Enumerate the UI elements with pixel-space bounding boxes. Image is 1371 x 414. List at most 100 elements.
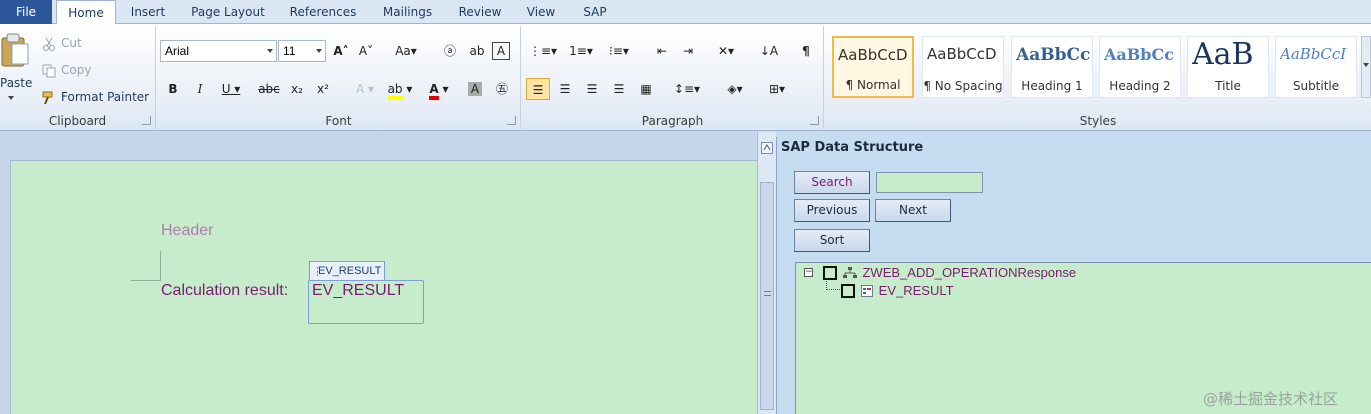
ev-result-value: EV_RESULT [312, 282, 405, 299]
clipboard-group: Paste Cut Copy Format Painter Clipboard [0, 26, 156, 129]
tree-node-ev-result[interactable]: EV_RESULT [841, 283, 954, 301]
italic-button[interactable]: I [188, 78, 212, 100]
superscript-button[interactable]: x² [311, 78, 335, 100]
tab-insert[interactable]: Insert [122, 0, 174, 24]
clipboard-dialog-launcher[interactable] [142, 116, 151, 125]
grow-font-icon: A˄ [333, 44, 349, 58]
phonetic-guide-button[interactable]: ab [465, 40, 489, 62]
subscript-button[interactable]: x₂ [285, 78, 309, 100]
cut-button[interactable]: Cut [42, 36, 82, 51]
distributed-button[interactable]: ▦ [634, 78, 658, 100]
tab-review[interactable]: Review [452, 0, 508, 24]
underline-button[interactable]: U ▾ [215, 78, 247, 100]
tree-node-root[interactable]: − ZWEB_ADD_OPERATIONResponse [804, 265, 1076, 283]
clipboard-group-label: Clipboard [48, 114, 107, 128]
style-title[interactable]: AaB Title [1187, 36, 1269, 98]
style-sample: AaBbCcD [838, 46, 908, 64]
document-vertical-scrollbar[interactable] [757, 132, 776, 414]
clear-formatting-button[interactable]: ⓐ [438, 40, 462, 62]
font-size-value: 11 [283, 44, 296, 58]
font-group-label: Font [325, 114, 352, 128]
text-effects-button[interactable]: A ▾ [349, 78, 381, 100]
sort-button[interactable]: ↓A [757, 40, 781, 62]
highlight-button[interactable]: ab ▾ [383, 78, 417, 100]
ribbon: Paste Cut Copy Format Painter Clipboard … [0, 24, 1371, 131]
distributed-icon: ▦ [640, 82, 652, 96]
tree-node-ev-result-label: EV_RESULT [878, 283, 954, 298]
tab-references[interactable]: References [283, 0, 363, 24]
decrease-indent-button[interactable]: ⇤ [650, 40, 674, 62]
enclose-characters-button[interactable]: ㊄ [490, 78, 514, 100]
document-header[interactable]: Header [161, 222, 213, 240]
collapse-icon[interactable]: − [804, 268, 813, 277]
strikethrough-button[interactable]: abc [255, 78, 283, 100]
tab-file[interactable]: File [0, 0, 52, 24]
superscript-icon: x² [317, 82, 329, 96]
font-color-button[interactable]: A ▾ [423, 78, 455, 100]
multilevel-list-button[interactable]: ⁝≡▾ [602, 40, 636, 62]
font-family-value: Arial [165, 44, 190, 58]
change-case-button[interactable]: Aa▾ [390, 40, 422, 62]
search-input[interactable] [876, 172, 983, 193]
align-left-button[interactable]: ☰ [526, 78, 550, 100]
bold-button[interactable]: B [161, 78, 185, 100]
decrease-indent-icon: ⇤ [656, 44, 668, 58]
style-normal[interactable]: AaBbCcD ¶ Normal [832, 36, 914, 98]
tree-checkbox[interactable] [822, 265, 837, 280]
border-icon: ⊞▾ [768, 82, 786, 96]
chevron-down-icon [8, 96, 14, 100]
align-center-button[interactable]: ☰ [553, 78, 577, 100]
next-button[interactable]: Next [875, 199, 951, 222]
show-hide-button[interactable]: ¶ [794, 40, 818, 62]
font-family-select[interactable]: Arial [160, 40, 277, 62]
tab-view[interactable]: View [520, 0, 562, 24]
drag-handle-icon: ⋮ [312, 266, 323, 278]
line-spacing-button[interactable]: ↕≡▾ [670, 78, 704, 100]
scrollbar-thumb[interactable] [760, 182, 774, 410]
content-control-tag[interactable]: ⋮ EV_RESULT [309, 261, 386, 280]
align-right-button[interactable]: ☰ [580, 78, 604, 100]
tree-checkbox[interactable] [841, 283, 855, 298]
paste-button[interactable]: Paste [0, 30, 32, 110]
character-border-button[interactable]: A [492, 42, 510, 60]
style-no-spacing[interactable]: AaBbCcD ¶ No Spacing [922, 36, 1004, 98]
style-sample: AaB [1192, 37, 1254, 72]
font-dialog-launcher[interactable] [507, 116, 516, 125]
styles-gallery-scroll[interactable] [1361, 36, 1371, 98]
bullets-button[interactable]: ⋮≡▾ [526, 40, 560, 62]
justify-button[interactable]: ☰ [607, 78, 631, 100]
shading-button[interactable]: ◈▾ [718, 78, 752, 100]
format-painter-button[interactable]: Format Painter [42, 90, 149, 105]
grip-icon [764, 291, 771, 296]
character-shading-button[interactable]: A [463, 78, 487, 100]
underline-icon: U ▾ [221, 82, 241, 96]
search-button[interactable]: Search [794, 171, 870, 194]
sap-data-structure-pane: SAP Data Structure Search Previous Next … [776, 137, 1371, 414]
shrink-font-button[interactable]: A˅ [354, 40, 378, 62]
tab-mailings[interactable]: Mailings [375, 0, 440, 24]
grow-font-button[interactable]: A˄ [329, 40, 353, 62]
ruler-toggle-icon[interactable] [761, 142, 773, 154]
font-size-select[interactable]: 11 [278, 40, 326, 62]
increase-indent-button[interactable]: ⇥ [676, 40, 700, 62]
previous-button[interactable]: Previous [794, 199, 870, 222]
document-page[interactable]: Header Calculation result: ⋮ EV_RESULT E… [10, 160, 757, 414]
asian-layout-button[interactable]: ✕▾ [710, 40, 742, 62]
style-sample: AaBbCcI [1280, 45, 1347, 63]
align-left-icon: ☰ [532, 83, 544, 97]
tab-page-layout[interactable]: Page Layout [184, 0, 272, 24]
shrink-font-icon: A˅ [358, 44, 374, 58]
paragraph-dialog-launcher[interactable] [810, 116, 819, 125]
sort-button[interactable]: Sort [794, 229, 870, 252]
ev-result-content-control[interactable]: EV_RESULT [308, 280, 424, 324]
style-heading-1[interactable]: AaBbCc Heading 1 [1011, 36, 1093, 98]
tab-sap[interactable]: SAP [576, 0, 614, 24]
copy-label: Copy [61, 63, 92, 77]
borders-button[interactable]: ⊞▾ [760, 78, 794, 100]
tab-home[interactable]: Home [56, 0, 116, 26]
style-subtitle[interactable]: AaBbCcI Subtitle [1275, 36, 1357, 98]
numbering-button[interactable]: 1≡▾ [564, 40, 598, 62]
style-heading-2[interactable]: AaBbCc Heading 2 [1099, 36, 1181, 98]
copy-button[interactable]: Copy [42, 63, 91, 78]
style-name: ¶ Normal [845, 78, 901, 92]
